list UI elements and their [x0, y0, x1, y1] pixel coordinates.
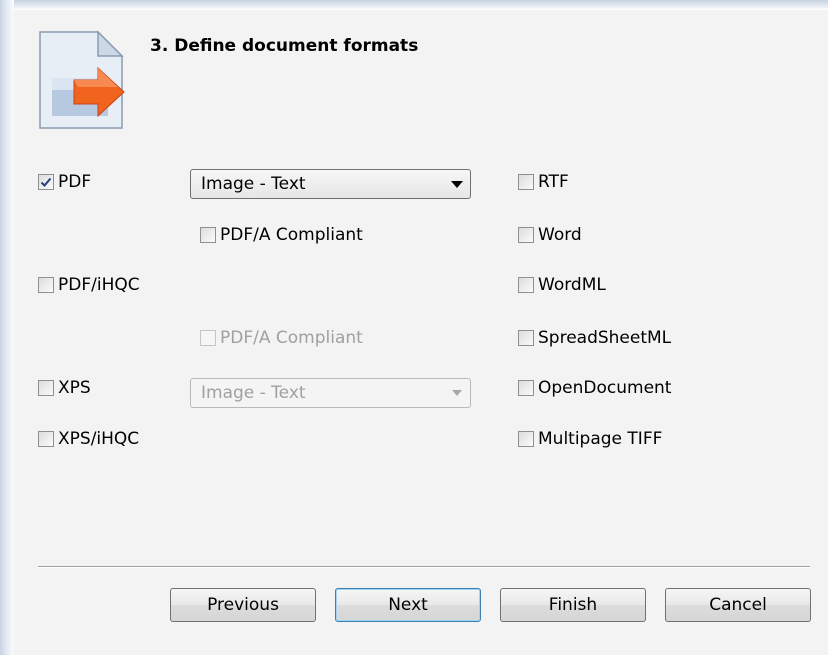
dropdown-arrow-icon: [444, 180, 470, 188]
pdf-mode-select[interactable]: Image - Text: [190, 169, 471, 199]
pdf-ihqc-checkbox[interactable]: [38, 277, 54, 293]
pdf-a-checkbox-row[interactable]: PDF/A Compliant: [200, 224, 363, 246]
dropdown-arrow-icon: [444, 390, 470, 396]
multipage-tiff-checkbox[interactable]: [518, 431, 534, 447]
cancel-button[interactable]: Cancel: [665, 588, 811, 622]
previous-button[interactable]: Previous: [170, 588, 316, 622]
xps-ihqc-checkbox[interactable]: [38, 431, 54, 447]
spreadsheetml-checkbox[interactable]: [518, 330, 534, 346]
pdf-ihqc-label: PDF/iHQC: [58, 275, 140, 295]
pdf-label: PDF: [58, 172, 92, 192]
multipage-tiff-label: Multipage TIFF: [538, 429, 663, 449]
word-label: Word: [538, 225, 582, 245]
pdf-ihqc-a-checkbox-row: PDF/A Compliant: [200, 327, 363, 349]
xps-ihqc-label: XPS/iHQC: [58, 429, 140, 449]
opendocument-checkbox[interactable]: [518, 380, 534, 396]
finish-button[interactable]: Finish: [500, 588, 646, 622]
xps-mode-select: Image - Text: [190, 378, 471, 408]
footer-separator: [38, 566, 810, 568]
rtf-label: RTF: [538, 172, 569, 192]
document-export-icon: [39, 30, 125, 129]
pdf-ihqc-a-checkbox: [200, 330, 216, 346]
xps-mode-value: Image - Text: [201, 383, 306, 403]
pdf-checkbox[interactable]: [38, 174, 54, 190]
opendocument-checkbox-row[interactable]: OpenDocument: [518, 377, 671, 399]
wordml-checkbox-row[interactable]: WordML: [518, 274, 606, 296]
checkmark-icon: [40, 177, 52, 187]
wizard-dialog: [14, 10, 828, 655]
pdf-a-label: PDF/A Compliant: [220, 225, 363, 245]
xps-label: XPS: [58, 378, 91, 398]
pdf-checkbox-row[interactable]: PDF: [38, 171, 91, 193]
word-checkbox[interactable]: [518, 227, 534, 243]
pdf-ihqc-checkbox-row[interactable]: PDF/iHQC: [38, 274, 140, 296]
xps-ihqc-checkbox-row[interactable]: XPS/iHQC: [38, 428, 139, 450]
wordml-label: WordML: [538, 275, 606, 295]
rtf-checkbox-row[interactable]: RTF: [518, 171, 569, 193]
pdf-ihqc-a-label: PDF/A Compliant: [220, 328, 363, 348]
pdf-a-checkbox[interactable]: [200, 227, 216, 243]
xps-checkbox-row[interactable]: XPS: [38, 377, 91, 399]
step-title: 3. Define document formats: [150, 36, 419, 56]
next-button[interactable]: Next: [335, 588, 481, 622]
word-checkbox-row[interactable]: Word: [518, 224, 582, 246]
spreadsheetml-label: SpreadSheetML: [538, 328, 672, 348]
wordml-checkbox[interactable]: [518, 277, 534, 293]
spreadsheetml-checkbox-row[interactable]: SpreadSheetML: [518, 327, 671, 349]
window-frame-left: [0, 0, 14, 655]
multipage-tiff-checkbox-row[interactable]: Multipage TIFF: [518, 428, 662, 450]
rtf-checkbox[interactable]: [518, 174, 534, 190]
window-frame-top: [14, 0, 828, 10]
opendocument-label: OpenDocument: [538, 378, 672, 398]
xps-checkbox[interactable]: [38, 380, 54, 396]
pdf-mode-value: Image - Text: [201, 174, 306, 194]
